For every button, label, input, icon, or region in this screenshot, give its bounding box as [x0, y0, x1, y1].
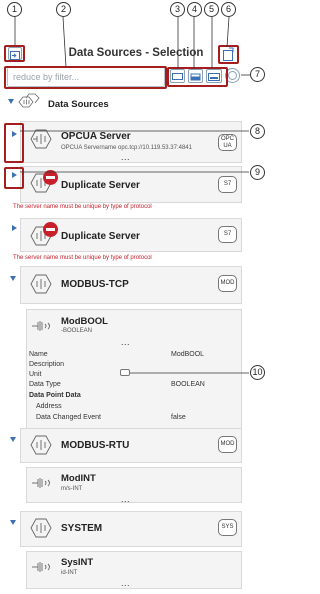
data-sources-root-label: Data Sources [48, 99, 109, 110]
highlight-add-button [218, 45, 239, 64]
server-icon [30, 435, 52, 455]
more-options-button[interactable]: ... [121, 337, 130, 347]
tag-type: m/s-INT [61, 486, 83, 492]
system-collapse-arrow[interactable] [10, 520, 16, 525]
duplicate-2-expand-arrow[interactable] [12, 225, 17, 231]
tag-type: -BOOLEAN [61, 328, 93, 334]
highlight-toolbar [167, 67, 228, 87]
highlight-collapse-button [4, 45, 25, 62]
data-sources-root-icon [18, 93, 40, 108]
server-name: Duplicate Server [61, 231, 140, 242]
tag-sensor-icon [32, 321, 50, 331]
s7-protocol-badge: S7 [218, 226, 237, 243]
detail-label-address: Address [36, 403, 62, 410]
tag-node-sysint[interactable] [26, 551, 242, 589]
server-icon [30, 129, 52, 149]
error-stop-icon [43, 222, 58, 237]
modbus-rtu-collapse-arrow[interactable] [10, 437, 16, 442]
server-endpoint: OPCUA Servername opc.tcp://10.119.53.37:… [61, 145, 192, 151]
highlight-error-expander [4, 167, 24, 189]
callout-5: 5 [204, 2, 219, 17]
tag-name: ModBOOL [61, 316, 108, 327]
detail-value-data-type: BOOLEAN [171, 381, 205, 388]
callout-2: 2 [56, 2, 71, 17]
detail-value-name: ModBOOL [171, 351, 205, 358]
error-stop-icon [43, 170, 58, 185]
server-name: MODBUS-TCP [61, 279, 129, 290]
detail-label-name: Name [29, 351, 48, 358]
server-error-message: The server name must be unique by type o… [13, 255, 152, 261]
callout-1: 1 [7, 2, 22, 17]
server-name: Duplicate Server [61, 180, 140, 191]
callout-10: 10 [250, 365, 265, 380]
unit-field-marker[interactable] [120, 369, 130, 376]
modbus-protocol-badge: MOD [218, 436, 237, 453]
s7-protocol-badge: S7 [218, 176, 237, 193]
more-options-button[interactable]: ... [121, 152, 130, 162]
tag-name: SysINT [61, 557, 94, 568]
detail-label-data-point-data: Data Point Data [29, 392, 81, 399]
more-options-button[interactable]: ... [121, 494, 130, 504]
tag-name: ModINT [61, 473, 96, 484]
detail-value-data-changed-event: false [171, 414, 186, 421]
opcua-protocol-badge: OPC UA [218, 134, 237, 151]
modbus-protocol-badge: MOD [218, 275, 237, 292]
server-icon [30, 274, 52, 294]
root-expand-arrow[interactable] [8, 99, 14, 104]
detail-label-unit: Unit [29, 371, 42, 378]
detail-label-description: Description [29, 361, 65, 368]
system-protocol-badge: SYS [218, 519, 237, 536]
server-name: OPCUA Server [61, 131, 131, 142]
more-options-button[interactable]: ... [121, 578, 130, 588]
tag-sensor-icon [32, 562, 50, 572]
detail-label-data-type: Data Type [29, 381, 61, 388]
callout-9: 9 [250, 165, 265, 180]
detail-label-data-changed-event: Data Changed Event [36, 414, 101, 421]
callout-3: 3 [170, 2, 185, 17]
callout-7: 7 [250, 67, 265, 82]
server-name: SYSTEM [61, 523, 103, 534]
callout-8: 8 [250, 124, 265, 139]
server-icon [30, 518, 52, 538]
server-name: MODBUS-RTU [61, 440, 130, 451]
tag-type: id-INT [61, 570, 78, 576]
tag-sensor-icon [32, 478, 50, 488]
highlight-filter [4, 66, 167, 89]
highlight-expander [4, 123, 24, 163]
server-error-message: The server name must be unique by type o… [13, 204, 152, 210]
modbus-tcp-collapse-arrow[interactable] [10, 276, 16, 281]
tag-node-modint[interactable] [26, 467, 242, 503]
callout-6: 6 [221, 2, 236, 17]
callout-4: 4 [187, 2, 202, 17]
